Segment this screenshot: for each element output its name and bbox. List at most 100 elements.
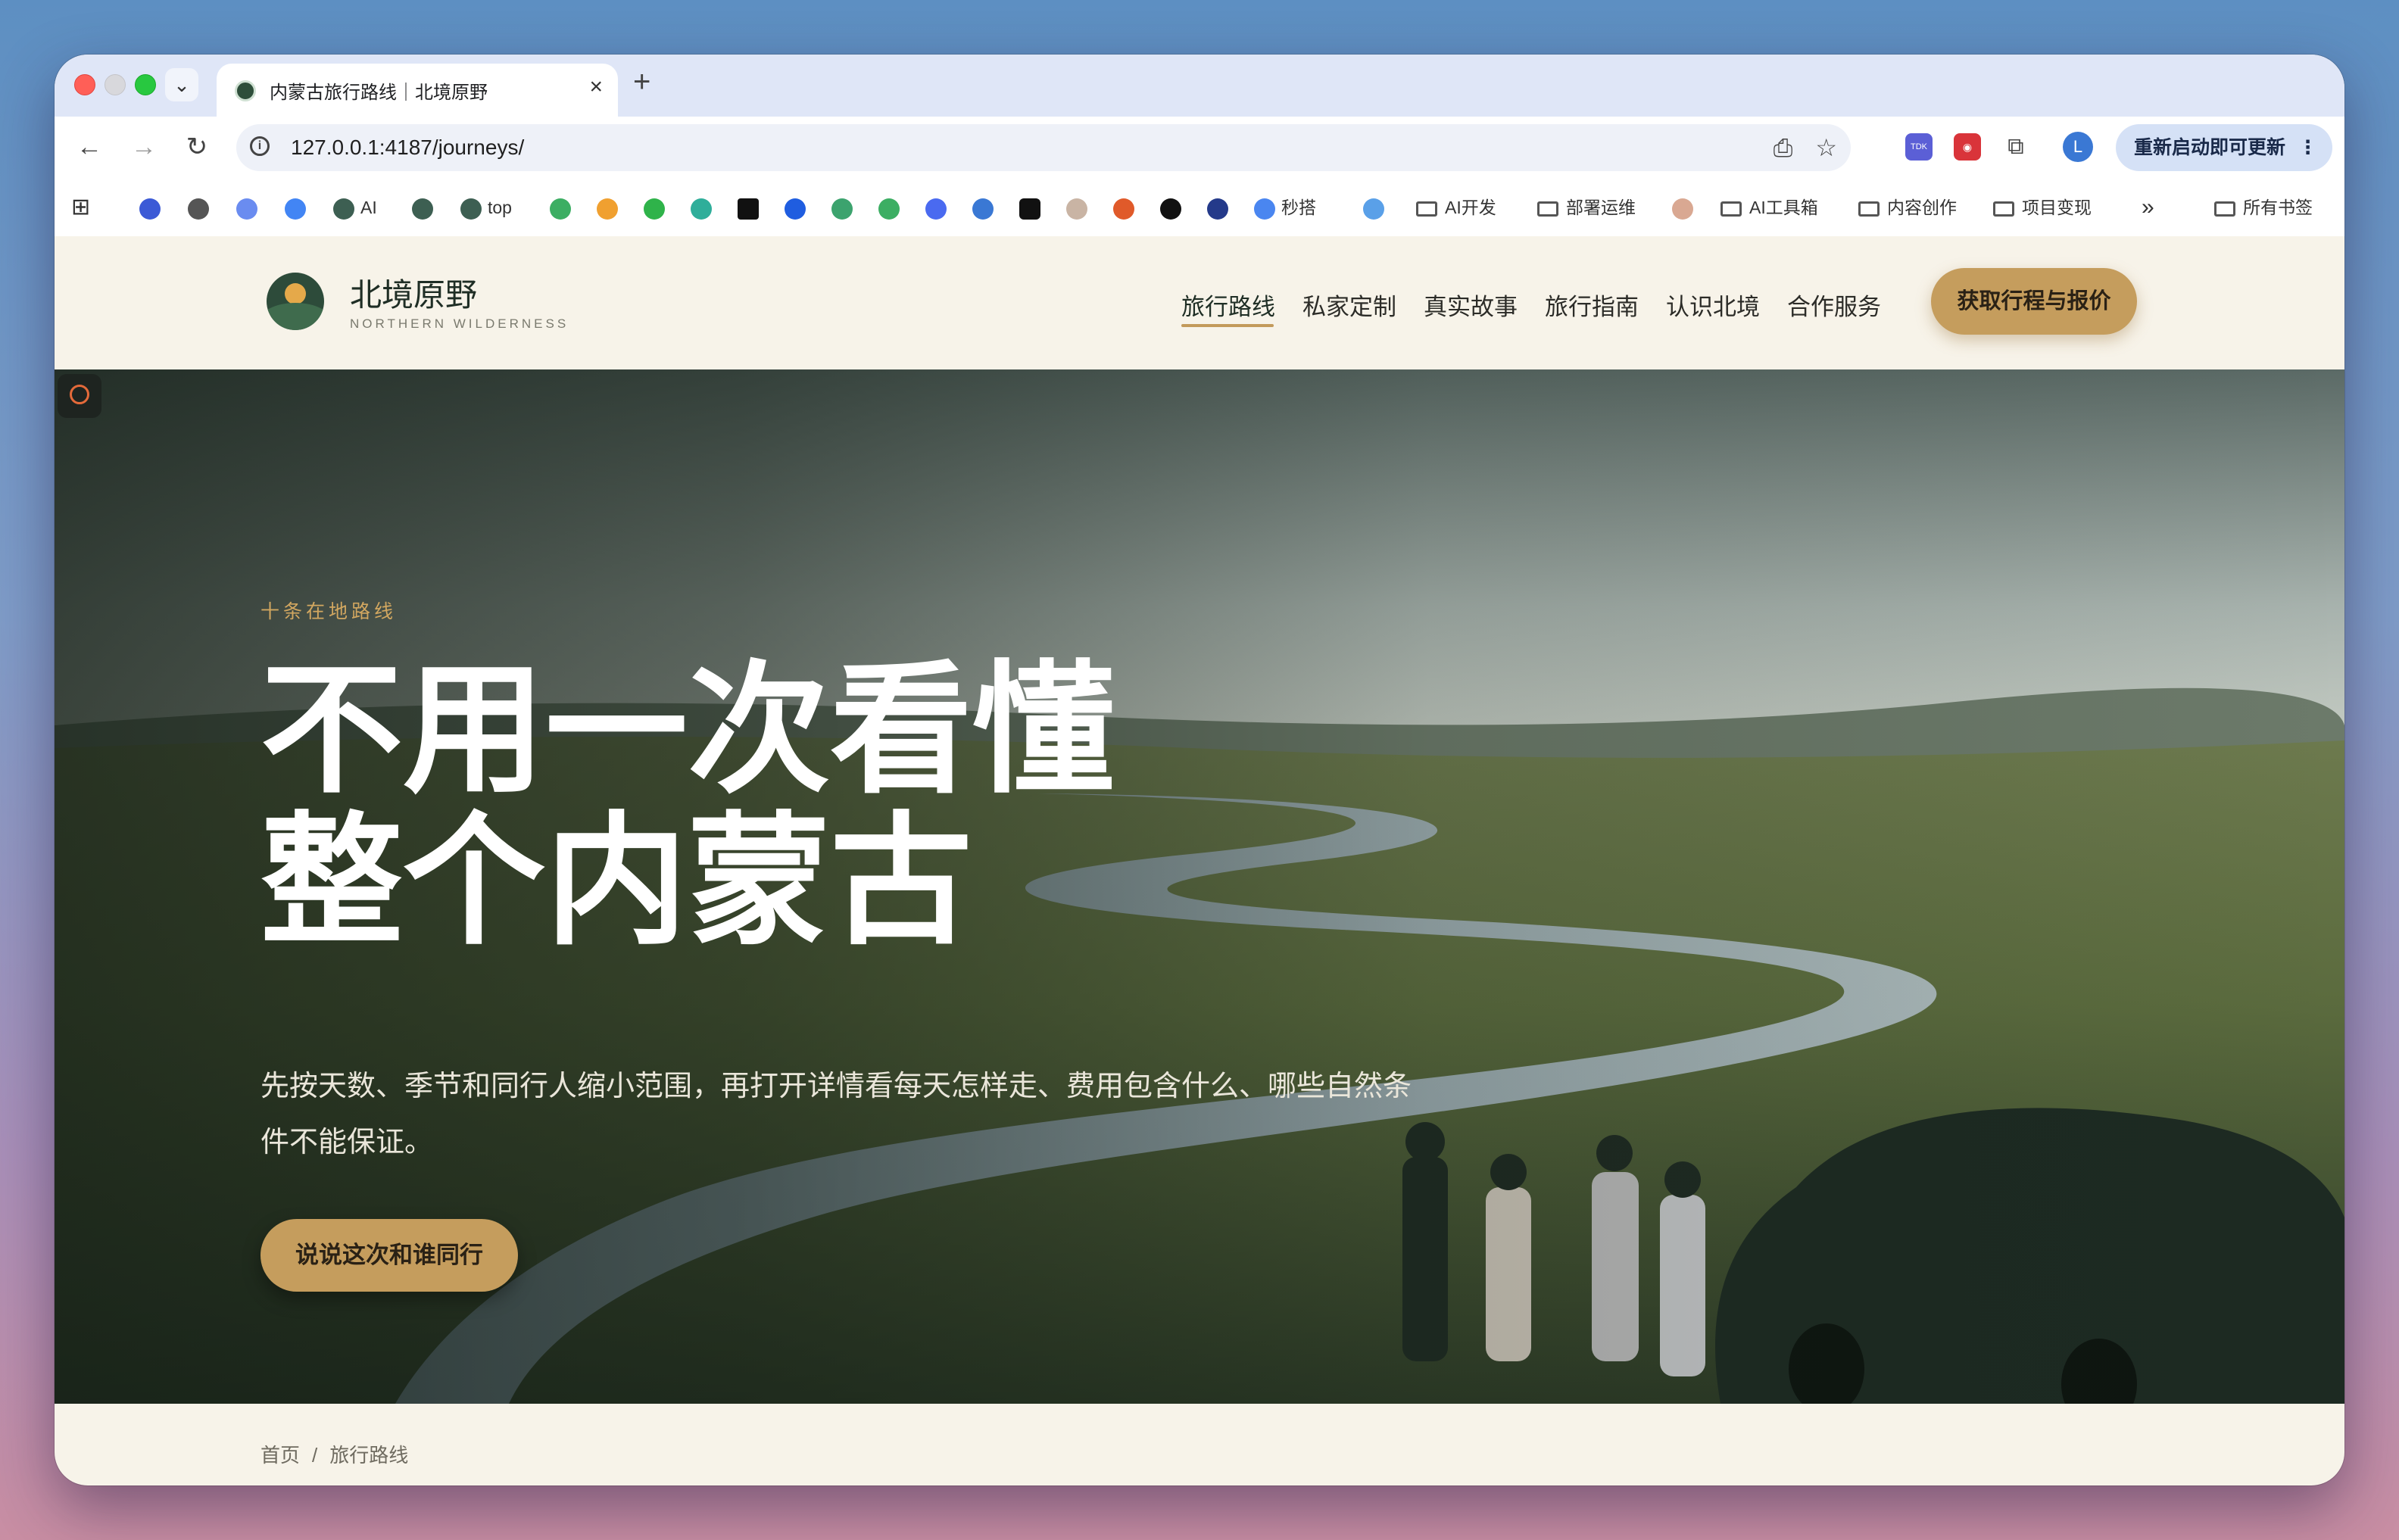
new-tab-icon[interactable]: + [633,65,650,99]
nav-stories[interactable]: 真实故事 [1424,288,1518,322]
nav-guide[interactable]: 旅行指南 [1545,288,1639,322]
site-favicon-icon [235,80,256,101]
site-header: 北境原野 NORTHERN WILDERNESS 旅行路线 私家定制 真实故事 … [55,236,2344,369]
bookmark-top[interactable]: top [460,195,512,220]
update-label: 重新启动即可更新 [2134,137,2286,158]
tab-strip: ⌄ 内蒙古旅行路线｜北境原野 × + [55,55,2344,117]
url-text[interactable]: 127.0.0.1:4187/journeys/ [291,136,524,160]
update-button[interactable]: 重新启动即可更新 ⋮ [2116,124,2332,171]
google-icon[interactable] [285,198,306,220]
zoom-window-button[interactable] [135,74,156,95]
bookmark-label: 所有书签 [2243,198,2313,217]
ring-icon[interactable] [691,198,712,220]
site-info-icon[interactable]: i [250,136,270,156]
gemini-icon[interactable] [236,198,257,220]
green-swirl-2-icon[interactable] [878,198,900,220]
bookmark-folder-content[interactable]: 内容创作 [1858,195,1957,220]
browser-toolbar: ← → ↻ i 127.0.0.1:4187/journeys/ ⎙ ☆ TDK … [55,117,2344,179]
install-app-icon[interactable]: ⎙ [1774,134,1793,161]
hero-eyebrow: 十条在地路线 [260,601,398,622]
blue-flower-icon[interactable] [785,198,806,220]
bookmark-label: 项目变现 [2022,198,2092,217]
more-bookmarks-chevron-icon[interactable]: » [2142,195,2154,220]
browser-window: ⌄ 内蒙古旅行路线｜北境原野 × + ← → ↻ i 127.0.0.1:418… [55,55,2344,1485]
brand-subtitle: NORTHERN WILDERNESS [350,316,569,331]
mountain-logo-icon[interactable] [1207,198,1228,220]
tab-search-chevron-icon[interactable]: ⌄ [165,68,198,101]
tdk-extension-icon[interactable]: TDK [1905,133,1933,161]
kebab-menu-icon[interactable]: ⋮ [2280,124,2317,171]
bookmark-circle-icon[interactable] [412,198,433,220]
address-bar[interactable]: i 127.0.0.1:4187/journeys/ ⎙ ☆ [236,124,1851,171]
dark-circle-icon[interactable] [1160,198,1181,220]
bookmark-folder-ai-dev[interactable]: AI开发 [1416,195,1496,220]
doubao-icon[interactable] [972,198,994,220]
nav-journeys[interactable]: 旅行路线 [1181,288,1275,322]
omnibox-actions: ⎙ ☆ [1751,133,1837,163]
bookmark-label: 内容创作 [1887,198,1957,217]
folder-icon [1720,201,1742,217]
brand-logo-icon[interactable] [267,273,324,330]
folder-icon [1416,201,1437,217]
x-icon[interactable] [738,198,759,220]
hero-headline-line-2: 整个内蒙古 [260,797,972,965]
bookmark-miaoda[interactable]: 秒搭 [1254,195,1316,220]
bookmark-folder-ai-tools[interactable]: AI工具箱 [1720,195,1818,220]
profile-avatar[interactable]: L [2063,132,2093,162]
person-avatar-icon[interactable] [1672,198,1693,220]
cloud-icon[interactable] [1363,198,1384,220]
minimize-window-button[interactable] [105,74,126,95]
ai-icon [333,198,354,220]
apps-grid-icon[interactable]: ⊞ [71,195,90,220]
brand-name[interactable]: 北境原野 [350,270,477,316]
folder-icon [1537,201,1558,217]
openai-icon[interactable] [188,198,209,220]
folder-icon [1993,201,2014,217]
forward-arrow-icon[interactable]: → [127,130,161,164]
deepseek-icon[interactable] [925,198,947,220]
nav-about[interactable]: 认识北境 [1666,288,1760,322]
kimi-icon[interactable] [1019,198,1040,220]
nav-custom[interactable]: 私家定制 [1302,288,1396,322]
back-arrow-icon[interactable]: ← [73,130,106,164]
get-quote-button[interactable]: 获取行程与报价 [1931,268,2137,335]
hero-headline: 不用一次看懂 整个内蒙古 [260,654,1115,957]
active-tab[interactable]: 内蒙古旅行路线｜北境原野 × [217,64,618,117]
bookmark-folder-monetize[interactable]: 项目变现 [1993,195,2092,220]
bookmark-star-icon[interactable]: ☆ [1815,134,1837,161]
breadcrumb-current: 旅行路线 [329,1444,409,1467]
tab-title: 内蒙古旅行路线｜北境原野 [270,83,488,103]
google-lens-button[interactable] [58,374,101,418]
bookmark-folder-deploy[interactable]: 部署运维 [1537,195,1636,220]
chart-bars-icon[interactable] [597,198,618,220]
reload-icon[interactable]: ↻ [180,130,214,164]
puzzle-extensions-icon[interactable]: ⧉ [2002,133,2029,161]
close-tab-icon[interactable]: × [589,74,603,100]
miaoda-icon [1254,198,1275,220]
red-extension-icon[interactable]: ◉ [1954,133,1981,161]
bookmark-label: AI开发 [1445,198,1496,217]
baidu-icon[interactable] [139,198,161,220]
folder-icon [2214,201,2235,217]
nav-partners[interactable]: 合作服务 [1787,288,1881,322]
hero-headline-line-1: 不用一次看懂 [260,646,1115,813]
folder-icon [1858,201,1880,217]
hero-section: 十条在地路线 不用一次看懂 整个内蒙古 先按天数、季节和同行人缩小范围，再打开详… [55,369,2344,1404]
wechat-icon[interactable] [644,198,665,220]
profile-photo-icon[interactable] [1066,198,1087,220]
bookmark-label: AI [360,198,377,217]
companion-inquiry-button[interactable]: 说说这次和谁同行 [260,1219,518,1292]
logo-hill [267,303,324,330]
lobster-icon[interactable] [1113,198,1134,220]
breadcrumb-separator: / [312,1444,318,1467]
logo-sun [285,283,306,304]
breadcrumb-home[interactable]: 首页 [260,1444,300,1467]
bookmark-label: 部署运维 [1566,198,1636,217]
bookmarks-bar: ⊞ AI top 秒搭 AI开发 部署运维 AI工具箱 内容创作 项目变现 » … [55,179,2344,237]
green-swirl-icon[interactable] [550,198,571,220]
breadcrumb: 首页 / 旅行路线 [260,1440,420,1468]
bookmark-folder-all[interactable]: 所有书签 [2214,195,2313,220]
close-window-button[interactable] [74,74,95,95]
green-link-icon[interactable] [831,198,853,220]
bookmark-ai[interactable]: AI [333,195,377,220]
